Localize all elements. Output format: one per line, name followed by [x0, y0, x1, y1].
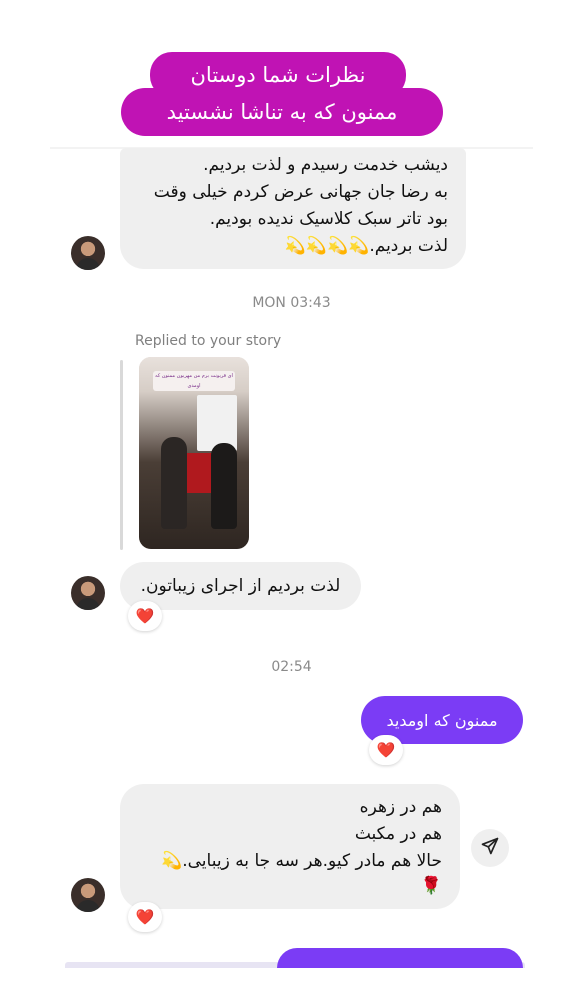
message-text: ممنون که اومدید — [386, 710, 498, 730]
heart-reaction-icon[interactable]: ❤️ — [128, 902, 162, 932]
story-thumbnail[interactable]: ای قربونت برم من مهربون ممنون که اومدی — [139, 357, 249, 549]
message-line: 🌹 — [420, 876, 442, 896]
timestamp: 02:54 — [271, 659, 312, 675]
overlay-title-line-2: ممنون که به تناشا نشستید — [121, 88, 443, 136]
frame-right — [533, 0, 563, 1000]
avatar[interactable] — [71, 576, 105, 610]
message-line: به رضا جان جهانی عرض کردم خیلی وقت — [153, 182, 448, 202]
message-line: هم در زهره — [359, 797, 442, 817]
heart-reaction-icon[interactable]: ❤️ — [369, 735, 403, 765]
timestamp: MON 03:43 — [252, 295, 331, 311]
message-line: هم در مکبث — [354, 824, 442, 844]
message-bubble-received[interactable]: لذت بردیم از اجرای زیباتون. — [120, 562, 361, 610]
frame-left — [0, 0, 50, 1000]
message-line: دیشب خدمت رسیدم و لذت بردیم. — [203, 155, 448, 175]
share-button[interactable] — [471, 829, 509, 867]
story-poster — [197, 395, 237, 451]
replied-to-story-label: Replied to your story — [135, 333, 282, 349]
story-person — [161, 437, 187, 529]
avatar[interactable] — [71, 236, 105, 270]
story-caption: ای قربونت برم من مهربون ممنون که اومدی — [153, 371, 235, 391]
message-line: لذت بردیم.💫💫💫💫 — [284, 236, 448, 256]
message-bubble-received[interactable]: هم در زهره هم در مکبث حالا هم مادر کیو.ه… — [120, 784, 460, 909]
avatar[interactable] — [71, 878, 105, 912]
reply-indicator-bar — [120, 360, 123, 550]
story-person — [211, 443, 237, 529]
heart-reaction-icon[interactable]: ❤️ — [128, 601, 162, 631]
message-bubble-received[interactable]: دیشب خدمت رسیدم و لذت بردیم. به رضا جان … — [120, 148, 466, 269]
message-line: حالا هم مادر کیو.هر سه جا به زیبایی.💫 — [161, 851, 442, 871]
message-text: لذت بردیم از اجرای زیباتون. — [140, 575, 341, 596]
next-message-bubble-sent[interactable] — [277, 948, 523, 968]
message-line: بود تاتر سبک کلاسیک ندیده بودیم. — [209, 209, 448, 229]
paper-plane-icon — [480, 836, 500, 860]
